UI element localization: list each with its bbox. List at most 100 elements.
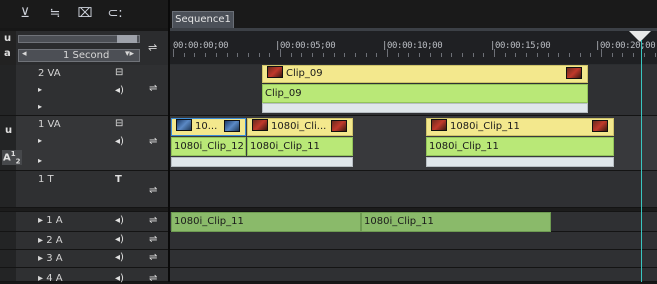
track-adjust-icon[interactable]: ≒	[44, 6, 66, 22]
track-header-2a[interactable]: ▸ 2 A ◂) ⇌	[0, 232, 168, 250]
clip-thumbnail	[252, 119, 268, 131]
clip-1080i-clip11-a-audio[interactable]: 1080i_Clip_11	[247, 137, 353, 156]
sync-icon[interactable]: ⇌	[149, 234, 157, 245]
expand-video-icon[interactable]: ▸	[38, 85, 42, 94]
scale-expand-icon[interactable]: ⇌	[148, 41, 157, 54]
audio-speaker-icon[interactable]: ◂)	[115, 252, 124, 263]
clip-thumbnail-end	[566, 67, 582, 79]
track-side-col: u A12	[0, 116, 22, 170]
ruler-tick	[408, 53, 410, 57]
track-header-4a[interactable]: ▸ 4 A ◂) ⇌	[0, 268, 168, 284]
track-body-2a[interactable]	[170, 232, 657, 250]
expand-audio-icon[interactable]: ▸	[38, 102, 42, 111]
track-body-1va[interactable]: 10... 1080i_Cli... 1080i_Clip_11 1080i_C…	[170, 116, 657, 171]
sync-lock-column: u a	[0, 31, 16, 65]
ruler-tick	[333, 53, 335, 57]
track-side-col	[0, 250, 16, 267]
ruler-tick	[429, 53, 431, 57]
ruler-label-0: 00:00:00;00	[173, 41, 229, 51]
track-side-col	[0, 268, 16, 281]
clip-view-icon[interactable]: ⌧	[74, 6, 96, 22]
scale-prev-icon[interactable]: ◂	[22, 49, 27, 59]
ruler-tick	[643, 53, 645, 57]
track-header-1va[interactable]: u A12 1 VA ⊟ ▸ ◂) ▸ ⇌	[0, 116, 168, 171]
audio-speaker-icon[interactable]: ◂)	[115, 234, 124, 245]
clip-1080i-clip11-a1-1[interactable]: 1080i_Clip_11	[171, 212, 361, 232]
track-add-icon[interactable]: ⊻	[14, 6, 36, 22]
sync-icon[interactable]: ⇌	[149, 252, 157, 263]
expand-video-icon[interactable]: ▸	[38, 136, 42, 145]
track-header-3a[interactable]: ▸ 3 A ◂) ⇌	[0, 250, 168, 268]
clip-1080i-clip11-b-video[interactable]: 1080i_Clip_11	[426, 118, 614, 136]
audio-patch-a[interactable]: A12	[2, 150, 22, 166]
ruler-label-10s: |00:00:10;00	[382, 41, 443, 51]
ruler-tick	[376, 53, 378, 57]
ruler-tick	[387, 49, 388, 57]
ruler-label-5s: |00:00:05;00	[275, 41, 336, 51]
audio-patch-a-label: A	[3, 152, 11, 164]
audio-toggle[interactable]: a	[4, 48, 11, 59]
lock-toggle[interactable]: u	[4, 33, 11, 44]
track-label-2va: 2 VA	[38, 68, 61, 79]
clip-clip09-video[interactable]: Clip_09	[262, 65, 588, 83]
track-body-3a[interactable]	[170, 250, 657, 268]
playhead-line[interactable]	[641, 40, 642, 282]
clip-1080i-clip11-b-audio[interactable]: 1080i_Clip_11	[426, 137, 614, 156]
track-label-1va: 1 VA	[38, 119, 61, 130]
ruler-tick	[258, 53, 260, 57]
ruler-tick	[526, 53, 528, 57]
timeline-toolbar: ⊻ ≒ ⌧ ⊂:	[0, 0, 657, 28]
track-header-1a[interactable]: ▸ 1 A ◂) ⇌	[0, 212, 168, 232]
clip-thumbnail-end	[592, 120, 608, 132]
track-body-2va[interactable]: Clip_09 Clip_09	[170, 65, 657, 116]
ruler-tick	[494, 49, 495, 57]
ruler-tick	[504, 53, 506, 57]
track-header-1t[interactable]: 1 T T ⇌	[0, 171, 168, 208]
track-visibility-icon[interactable]: ⊟	[115, 118, 123, 129]
sync-icon[interactable]: ⇌	[149, 215, 157, 226]
track-side-col	[0, 171, 16, 207]
ruler-tick	[215, 53, 217, 57]
ruler-tick	[205, 53, 207, 57]
ruler-tick	[247, 53, 249, 57]
audio-speaker-icon[interactable]: ◂)	[115, 136, 124, 147]
track-body-1t[interactable]	[170, 171, 657, 208]
expand-audio-icon[interactable]: ▸	[38, 156, 42, 165]
sync-icon[interactable]: ⇌	[149, 83, 157, 94]
track-header-2va[interactable]: 2 VA ⊟ ▸ ◂) ▸ ⇌	[0, 65, 168, 116]
track-label-2a: ▸ 2 A	[38, 235, 63, 246]
link-icon[interactable]: ⊂:	[104, 6, 126, 22]
clip-thumbnail	[431, 119, 447, 131]
tab-sequence1[interactable]: Sequence1	[172, 11, 234, 28]
clip-1080i-clip11-a-video[interactable]: 1080i_Cli...	[247, 118, 353, 136]
clip-1080i-clip11-a1-2[interactable]: 1080i_Clip_11	[361, 212, 551, 232]
zoom-slider[interactable]	[18, 35, 140, 43]
clip-1080i-clip12-audio[interactable]: 1080i_Clip_12	[171, 137, 246, 156]
ruler-tick	[280, 49, 281, 57]
zoom-slider-thumb[interactable]	[117, 35, 137, 43]
video-lock-icon[interactable]: u	[5, 125, 12, 136]
sync-icon[interactable]: ⇌	[149, 273, 157, 284]
sync-icon[interactable]: ⇌	[149, 136, 157, 147]
ruler-tick	[654, 53, 656, 57]
ruler-tick	[601, 49, 602, 57]
scale-dropdown-icon[interactable]: ▾▸	[125, 49, 134, 59]
clip-clip09-audio[interactable]: Clip_09	[262, 84, 588, 103]
audio-speaker-icon[interactable]: ◂)	[115, 273, 124, 284]
sync-icon[interactable]: ⇌	[149, 185, 157, 196]
audio-speaker-icon[interactable]: ◂)	[115, 85, 124, 96]
track-body-1a[interactable]: 1080i_Clip_11 1080i_Clip_11	[170, 212, 657, 232]
playhead-marker[interactable]	[629, 31, 651, 42]
ruler-tick	[226, 53, 228, 57]
track-body-4a[interactable]	[170, 268, 657, 282]
audio-speaker-icon[interactable]: ◂)	[115, 215, 124, 226]
track-visibility-icon[interactable]: ⊟	[115, 67, 123, 78]
clip-thumbnail	[176, 119, 192, 131]
ruler-tick	[461, 53, 463, 57]
scale-selector[interactable]: ◂ 1 Second ▾▸	[18, 49, 140, 62]
track-side-col	[0, 65, 16, 115]
clip-1080i-clip12-video[interactable]: 10...	[171, 118, 246, 136]
ruler-tick	[611, 53, 613, 57]
clip-wave-a	[171, 157, 353, 167]
timecode-ruler[interactable]: 00:00:00;00 |00:00:05;00 |00:00:10;00 |0…	[170, 31, 657, 65]
